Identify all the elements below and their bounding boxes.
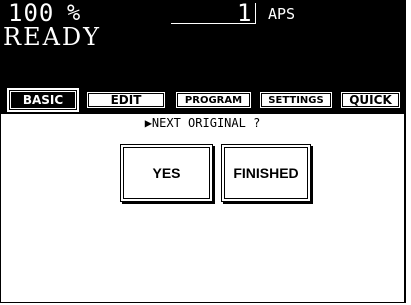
paper-mode: APS (268, 5, 296, 23)
status-text: READY (3, 23, 102, 51)
next-original-prompt: ▶NEXT ORIGINAL ? (144, 116, 261, 130)
tab-basic[interactable]: BASIC (7, 88, 79, 112)
tab-program[interactable]: PROGRAM (174, 90, 253, 110)
finished-button[interactable]: FINISHED (221, 144, 311, 202)
copier-panel: 100 % 1 APS READY BASIC EDIT PROGRAM SET… (0, 0, 406, 303)
copy-count-frame (171, 23, 255, 24)
copy-count-frame-edge (255, 3, 256, 24)
tab-settings[interactable]: SETTINGS (258, 90, 334, 110)
tab-quick[interactable]: QUICK (339, 90, 402, 110)
tab-edit[interactable]: EDIT (85, 90, 167, 110)
yes-button[interactable]: YES (120, 144, 213, 202)
